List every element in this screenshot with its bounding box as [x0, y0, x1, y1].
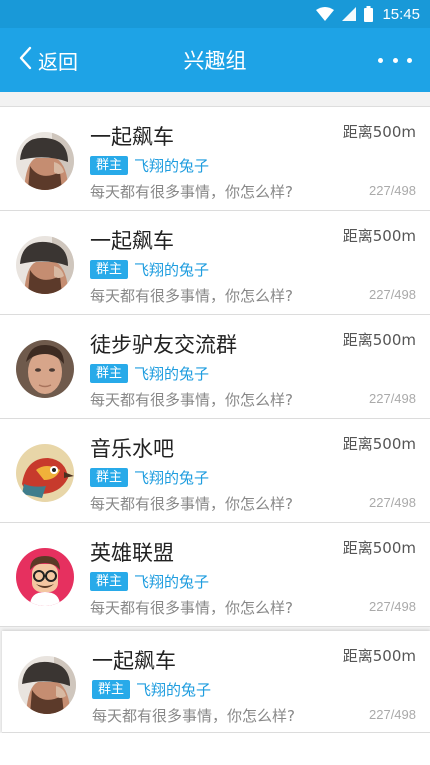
group-description: 每天都有很多事情，你怎么样?: [90, 599, 293, 617]
member-count: 227/498: [369, 391, 416, 406]
list-item-partial[interactable]: [0, 733, 430, 765]
back-label: 返回: [38, 49, 78, 74]
owner-badge: 群主: [90, 155, 129, 175]
group-description: 每天都有很多事情，你怎么样?: [90, 183, 293, 201]
owner-line: 群主 飞翔的兔子: [90, 571, 209, 591]
group-name: 英雄联盟: [90, 541, 174, 565]
more-dots-icon[interactable]: [378, 28, 412, 92]
group-name: 音乐水吧: [90, 437, 174, 461]
distance-label: 距离500m: [342, 435, 416, 453]
owner-name: 飞翔的兔子: [136, 680, 212, 699]
list-top-spacer: [0, 92, 430, 107]
owner-line: 群主 飞翔的兔子: [92, 679, 211, 699]
group-list-item[interactable]: 徒步驴友交流群 距离500m 群主 飞翔的兔子 每天都有很多事情，你怎么样? 2…: [0, 315, 430, 419]
group-description: 每天都有很多事情，你怎么样?: [90, 287, 293, 305]
owner-name: 飞翔的兔子: [134, 572, 210, 591]
owner-line: 群主 飞翔的兔子: [90, 259, 209, 279]
group-description: 每天都有很多事情，你怎么样?: [92, 707, 295, 725]
distance-label: 距离500m: [342, 539, 416, 557]
signal-icon: [342, 7, 357, 21]
member-count: 227/498: [369, 599, 416, 614]
group-description: 每天都有很多事情，你怎么样?: [90, 391, 293, 409]
group-list-item[interactable]: 音乐水吧 距离500m 群主 飞翔的兔子 每天都有很多事情，你怎么样? 227/…: [0, 419, 430, 523]
group-list-item[interactable]: 一起飙车 距离500m 群主 飞翔的兔子 每天都有很多事情，你怎么样? 227/…: [2, 631, 430, 733]
group-name: 徒步驴友交流群: [90, 333, 237, 357]
owner-name: 飞翔的兔子: [134, 364, 210, 383]
owner-name: 飞翔的兔子: [134, 468, 210, 487]
owner-badge: 群主: [92, 679, 131, 699]
member-count: 227/498: [369, 707, 416, 722]
group-list: 一起飙车 距离500m 群主 飞翔的兔子 每天都有很多事情，你怎么样? 227/…: [0, 92, 430, 765]
status-time: 15:45: [382, 5, 420, 23]
beanie-man-avatar: [18, 656, 76, 714]
young-man-avatar: [16, 340, 74, 398]
member-count: 227/498: [369, 495, 416, 510]
chevron-left-icon: [18, 46, 32, 74]
group-list-item[interactable]: 英雄联盟 距离500m 群主 飞翔的兔子 每天都有很多事情，你怎么样? 227/…: [0, 523, 430, 627]
owner-line: 群主 飞翔的兔子: [90, 155, 209, 175]
header-bar: 返回 兴趣组: [0, 28, 430, 92]
group-name: 一起飙车: [92, 649, 176, 673]
beanie-man-avatar: [16, 132, 74, 190]
member-count: 227/498: [369, 287, 416, 302]
member-count: 227/498: [369, 183, 416, 198]
wifi-icon: [316, 7, 335, 21]
group-name: 一起飙车: [90, 229, 174, 253]
group-list-item[interactable]: 一起飙车 距离500m 群主 飞翔的兔子 每天都有很多事情，你怎么样? 227/…: [0, 211, 430, 315]
owner-line: 群主 飞翔的兔子: [90, 467, 209, 487]
owner-line: 群主 飞翔的兔子: [90, 363, 209, 383]
back-button[interactable]: 返回: [18, 28, 78, 92]
distance-label: 距离500m: [342, 647, 416, 665]
owner-badge: 群主: [90, 363, 129, 383]
cartoon-man-avatar: [16, 548, 74, 606]
battery-icon: [364, 6, 374, 22]
status-bar: 15:45: [0, 0, 430, 28]
distance-label: 距离500m: [342, 123, 416, 141]
group-list-item[interactable]: 一起飙车 距离500m 群主 飞翔的兔子 每天都有很多事情，你怎么样? 227/…: [0, 107, 430, 211]
beanie-man-avatar: [16, 236, 74, 294]
distance-label: 距离500m: [342, 331, 416, 349]
owner-name: 飞翔的兔子: [134, 260, 210, 279]
bird-avatar: [16, 444, 74, 502]
distance-label: 距离500m: [342, 227, 416, 245]
group-description: 每天都有很多事情，你怎么样?: [90, 495, 293, 513]
owner-badge: 群主: [90, 571, 129, 591]
owner-badge: 群主: [90, 259, 129, 279]
owner-badge: 群主: [90, 467, 129, 487]
group-name: 一起飙车: [90, 125, 174, 149]
owner-name: 飞翔的兔子: [134, 156, 210, 175]
